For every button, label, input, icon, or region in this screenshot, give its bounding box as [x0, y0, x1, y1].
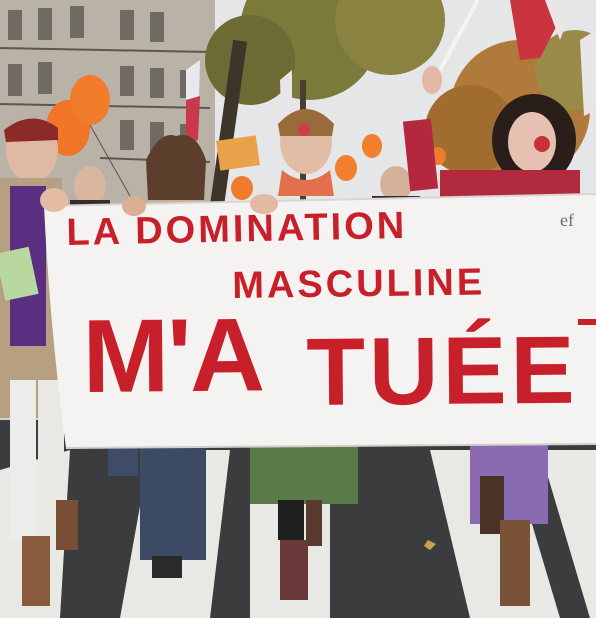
protest-banner — [43, 193, 596, 449]
photo-background — [0, 0, 596, 618]
small-sign — [216, 135, 260, 171]
photo-scene: LA DOMINATION MASCULINE M'A TUÉE ef — [0, 0, 596, 618]
